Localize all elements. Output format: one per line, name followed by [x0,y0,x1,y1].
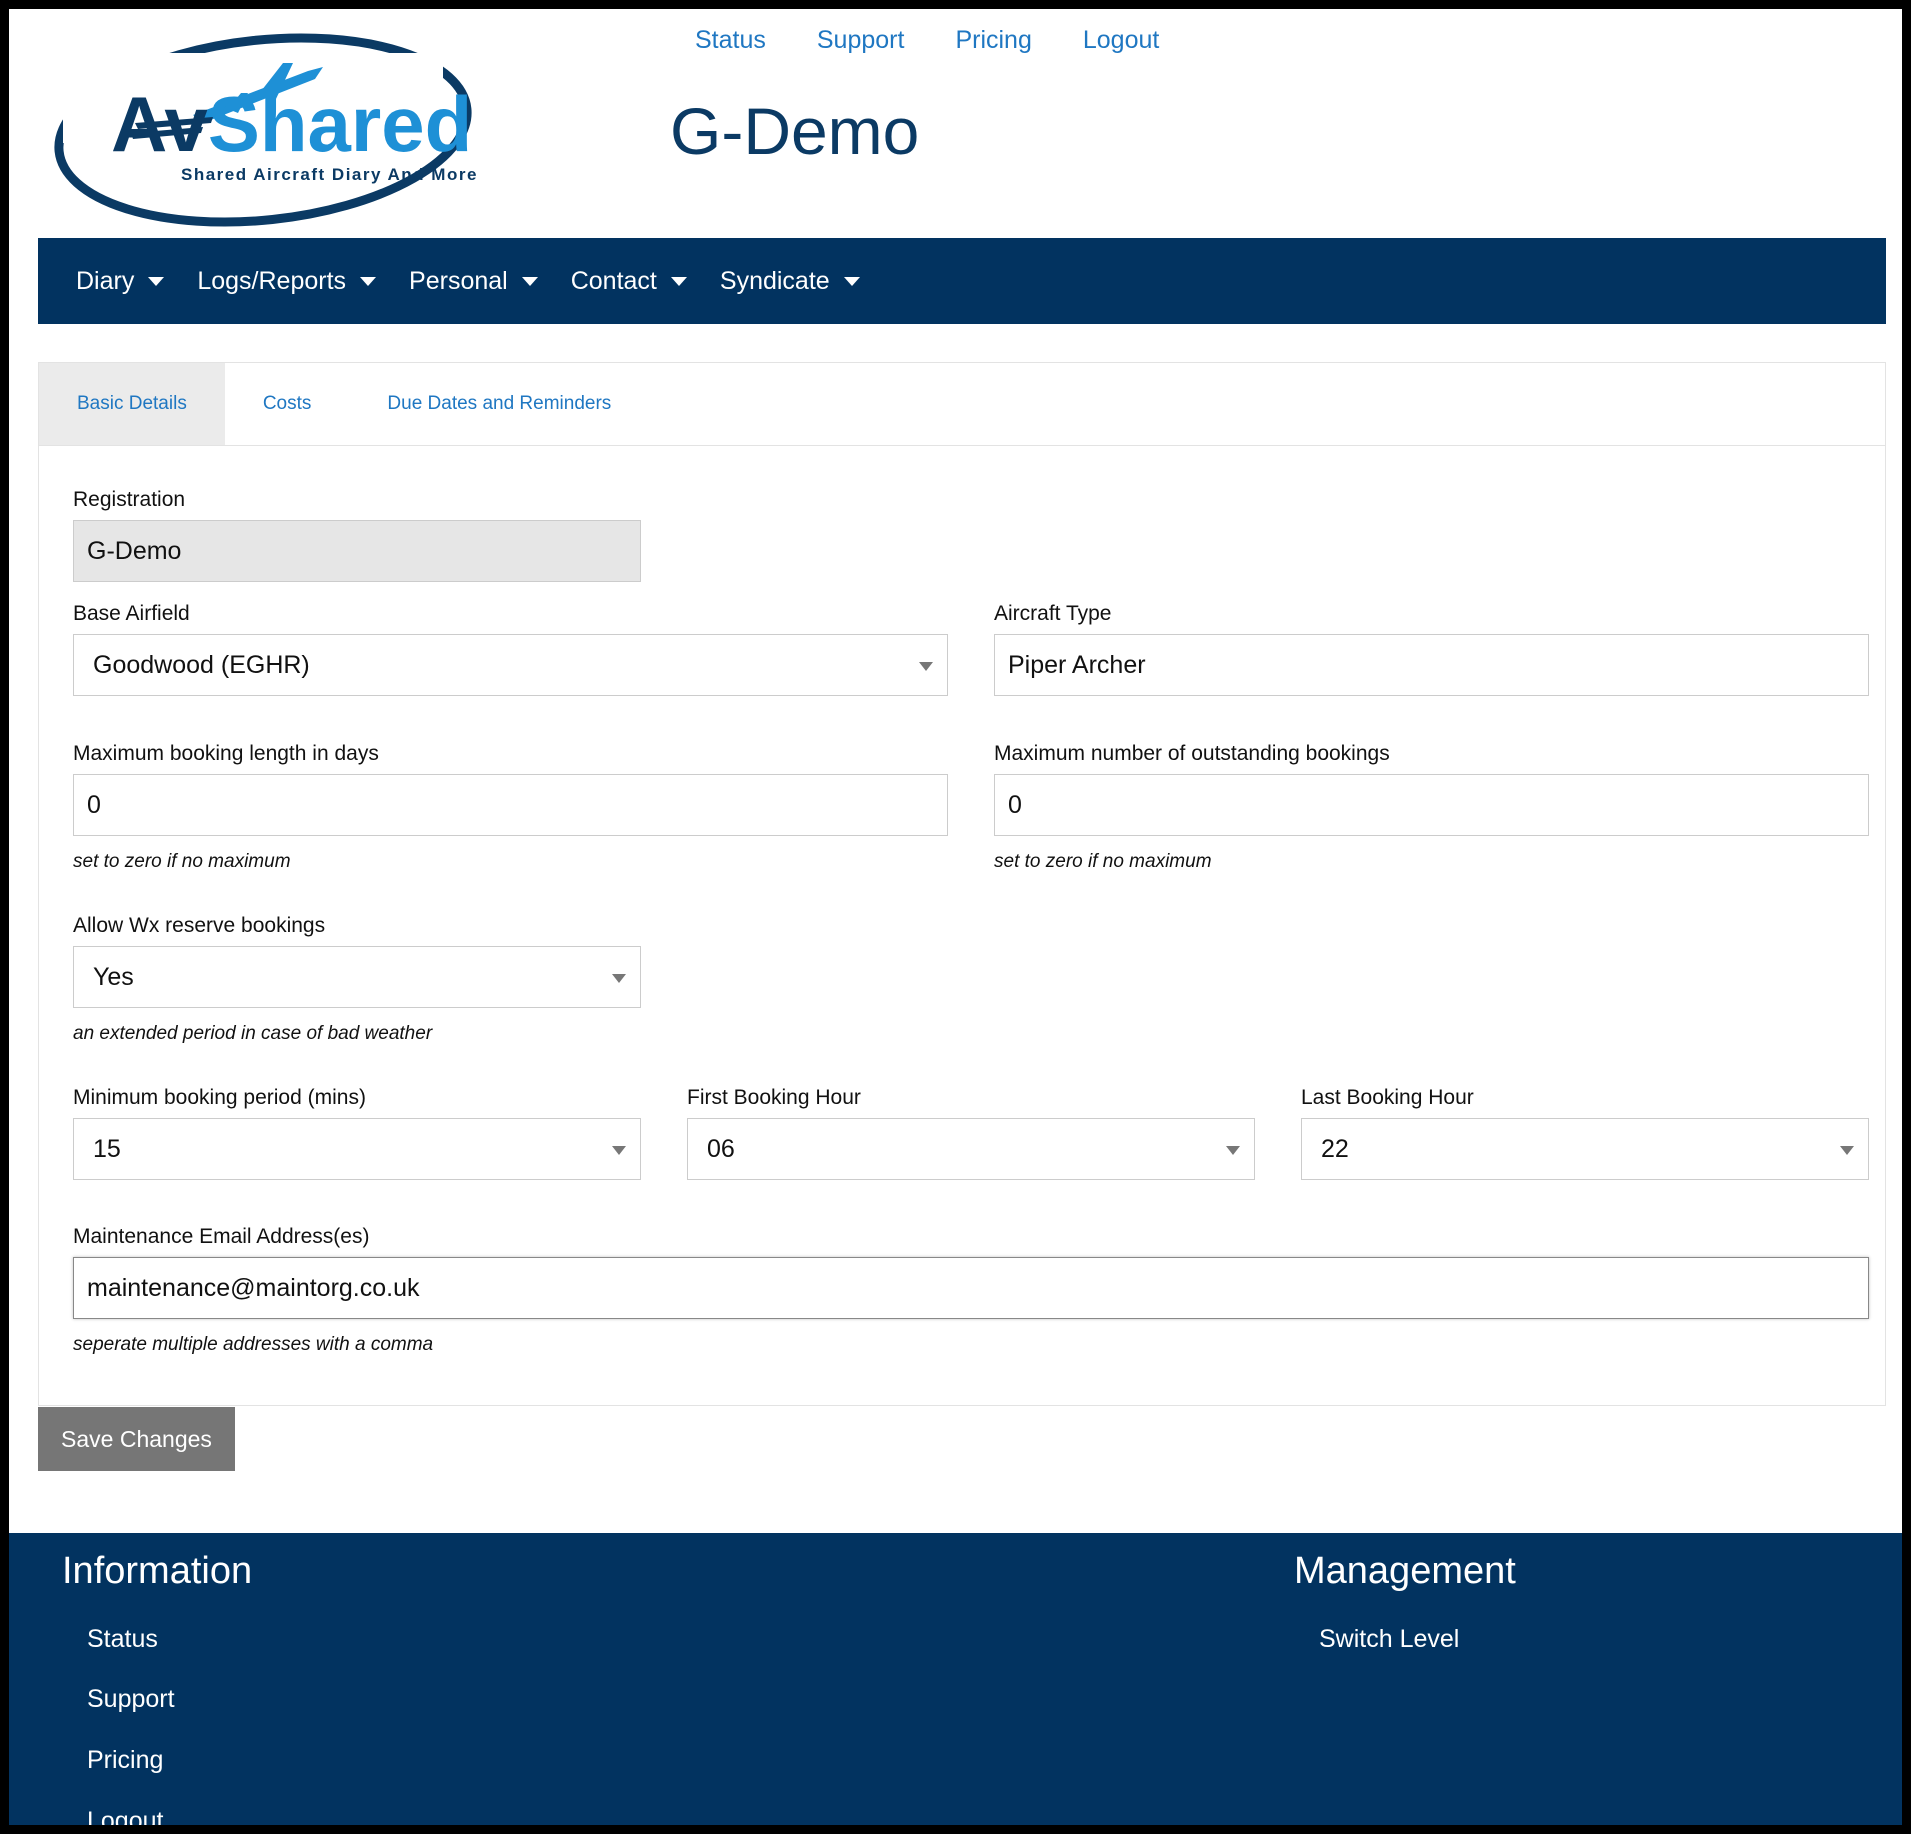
footer-heading-information: Information [62,1550,253,1592]
footer-heading-management: Management [1294,1550,1516,1592]
select-value: 15 [93,1134,121,1163]
top-link-pricing[interactable]: Pricing [955,23,1031,57]
tab-basic-details[interactable]: Basic Details [39,363,225,445]
top-link-logout[interactable]: Logout [1083,23,1159,57]
page: AvShared Shared Aircraft Diary And More … [9,9,1902,1825]
maintenance-email-label: Maintenance Email Address(es) [73,1225,370,1248]
maintenance-email-help: seperate multiple addresses with a comma [73,1334,434,1355]
nav-label: Contact [570,266,657,295]
caret-down-icon [843,276,860,286]
footer-link-status[interactable]: Status [87,1623,158,1655]
tab-costs[interactable]: Costs [225,363,350,445]
select-value: 06 [707,1134,735,1163]
caret-down-icon [670,276,687,286]
nav-diary[interactable]: Diary [76,238,165,324]
nav-contact[interactable]: Contact [571,238,687,324]
footer: Information Status Support Pricing Logou… [9,1533,1902,1825]
select-value: 22 [1321,1134,1349,1163]
nav-logs-reports[interactable]: Logs/Reports [197,238,377,324]
caret-down-icon [148,276,165,286]
footer-link-switch-level[interactable]: Switch Level [1319,1623,1459,1655]
dropdown-arrow-icon [1226,1146,1240,1155]
last-hour-select[interactable]: 22 [1301,1118,1869,1180]
tab-bar: Basic Details Costs Due Dates and Remind… [39,363,1885,446]
first-hour-select[interactable]: 06 [687,1118,1255,1180]
avshared-logo[interactable]: AvShared Shared Aircraft Diary And More [53,23,483,228]
footer-link-support[interactable]: Support [87,1683,175,1715]
max-outstanding-label: Maximum number of outstanding bookings [994,742,1390,765]
nav-label: Personal [409,266,508,295]
save-changes-button[interactable]: Save Changes [38,1407,235,1471]
logo-brand-text: AvShared [111,80,472,168]
max-outstanding-help: set to zero if no maximum [994,851,1212,872]
select-value: Yes [93,962,134,991]
caret-down-icon [521,276,538,286]
page-title: G-Demo [670,94,920,168]
logo-tagline: Shared Aircraft Diary And More [181,165,478,184]
top-links: Status Support Pricing Logout [695,23,1210,57]
top-link-support[interactable]: Support [817,23,905,57]
nav-personal[interactable]: Personal [409,238,538,324]
max-booking-days-input[interactable] [73,774,948,836]
nav-label: Syndicate [719,266,830,295]
maintenance-email-input[interactable] [73,1257,1869,1319]
max-outstanding-input[interactable] [994,774,1869,836]
top-link-status[interactable]: Status [695,23,766,57]
max-booking-days-label: Maximum booking length in days [73,742,379,765]
dropdown-arrow-icon [612,974,626,983]
settings-panel: Basic Details Costs Due Dates and Remind… [38,362,1886,1406]
min-period-select[interactable]: 15 [73,1118,641,1180]
base-airfield-label: Base Airfield [73,602,190,625]
nav-syndicate[interactable]: Syndicate [720,238,860,324]
wx-reserve-help: an extended period in case of bad weathe… [73,1023,433,1044]
tab-due-dates[interactable]: Due Dates and Reminders [349,363,649,445]
footer-link-logout[interactable]: Logout [87,1805,163,1825]
first-hour-label: First Booking Hour [687,1086,861,1109]
aircraft-type-input[interactable] [994,634,1869,696]
main-nav: Diary Logs/Reports Personal Contact Synd… [38,238,1886,324]
dropdown-arrow-icon [1840,1146,1854,1155]
wx-reserve-label: Allow Wx reserve bookings [73,914,326,937]
registration-label: Registration [73,488,186,511]
nav-label: Logs/Reports [197,266,347,295]
caret-down-icon [360,276,377,286]
nav-label: Diary [76,266,135,295]
dropdown-arrow-icon [919,662,933,671]
registration-input[interactable] [73,520,641,582]
max-booking-days-help: set to zero if no maximum [73,851,291,872]
aircraft-type-label: Aircraft Type [994,602,1112,625]
wx-reserve-select[interactable]: Yes [73,946,641,1008]
last-hour-label: Last Booking Hour [1301,1086,1474,1109]
min-period-label: Minimum booking period (mins) [73,1086,366,1109]
base-airfield-select[interactable]: Goodwood (EGHR) [73,634,948,696]
footer-link-pricing[interactable]: Pricing [87,1744,163,1776]
dropdown-arrow-icon [612,1146,626,1155]
select-value: Goodwood (EGHR) [93,650,310,679]
